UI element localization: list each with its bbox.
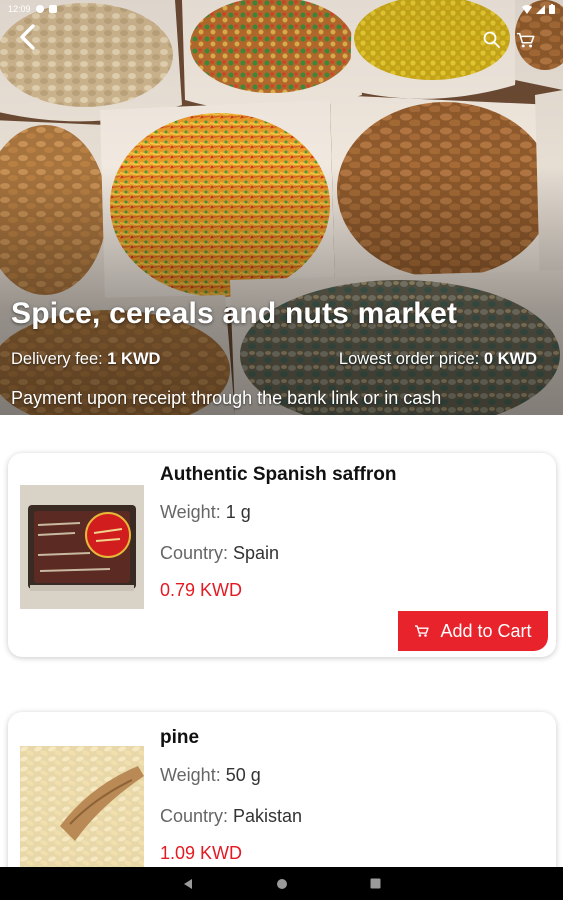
search-icon[interactable]	[482, 30, 502, 50]
product-country: Country: Spain	[160, 543, 279, 564]
notification-icon	[35, 5, 44, 13]
product-image-saffron	[20, 485, 144, 609]
wifi-icon	[522, 4, 532, 14]
store-title: Spice, cereals and nuts market	[11, 297, 458, 330]
country-value: Pakistan	[233, 806, 303, 826]
lowest-order-value: 0 KWD	[483, 350, 537, 368]
country-label: Country:	[160, 543, 234, 563]
lowest-order-price: Lowest order price: 0 KWD	[339, 350, 537, 369]
product-weight: Weight: 1 g	[160, 502, 251, 523]
weight-label: Weight:	[160, 502, 226, 522]
product-country: Country: Pakistan	[160, 806, 302, 827]
signal-icon	[536, 4, 545, 14]
add-to-cart-button[interactable]: Add to Cart	[398, 611, 548, 651]
product-price: 0.79 KWD	[160, 580, 243, 600]
battery-icon	[549, 4, 555, 14]
delivery-fee-label: Delivery fee:	[11, 350, 108, 368]
nav-home-button[interactable]	[274, 876, 290, 892]
nav-recents-button[interactable]	[368, 876, 384, 892]
product-weight: Weight: 50 g	[160, 765, 261, 786]
product-image-pine	[20, 746, 144, 870]
delivery-fee-value: 1 KWD	[107, 350, 161, 368]
country-label: Country:	[160, 806, 234, 826]
weight-label: Weight:	[160, 765, 226, 785]
nav-back-button[interactable]	[180, 876, 196, 892]
product-name: pine	[160, 727, 200, 748]
weight-value: 1 g	[225, 502, 251, 522]
country-value: Spain	[233, 543, 280, 563]
product-price: 1.09 KWD	[160, 843, 243, 863]
lowest-order-label: Lowest order price:	[338, 350, 484, 368]
status-bar: 12:09	[0, 0, 563, 18]
product-card[interactable]: Authentic Spanish saffron Weight: 1 g Co…	[8, 453, 556, 657]
cart-icon	[415, 625, 430, 637]
nav-recents-icon	[370, 878, 381, 889]
cart-icon[interactable]	[516, 30, 536, 50]
sim-icon	[48, 5, 57, 13]
store-hero: 12:09 Spice, cereals and nuts market Del…	[0, 0, 563, 415]
back-button[interactable]	[12, 22, 42, 52]
delivery-fee: Delivery fee: 1 KWD	[11, 350, 160, 369]
system-nav-bar	[0, 867, 563, 900]
status-time: 12:09	[8, 4, 31, 14]
nav-home-icon	[276, 878, 287, 889]
product-name: Authentic Spanish saffron	[160, 464, 397, 485]
back-arrow-icon	[20, 24, 35, 50]
nav-back-icon	[183, 878, 192, 889]
weight-value: 50 g	[225, 765, 261, 785]
add-to-cart-label: Add to Cart	[440, 620, 532, 641]
payment-note: Payment upon receipt through the bank li…	[11, 388, 442, 408]
